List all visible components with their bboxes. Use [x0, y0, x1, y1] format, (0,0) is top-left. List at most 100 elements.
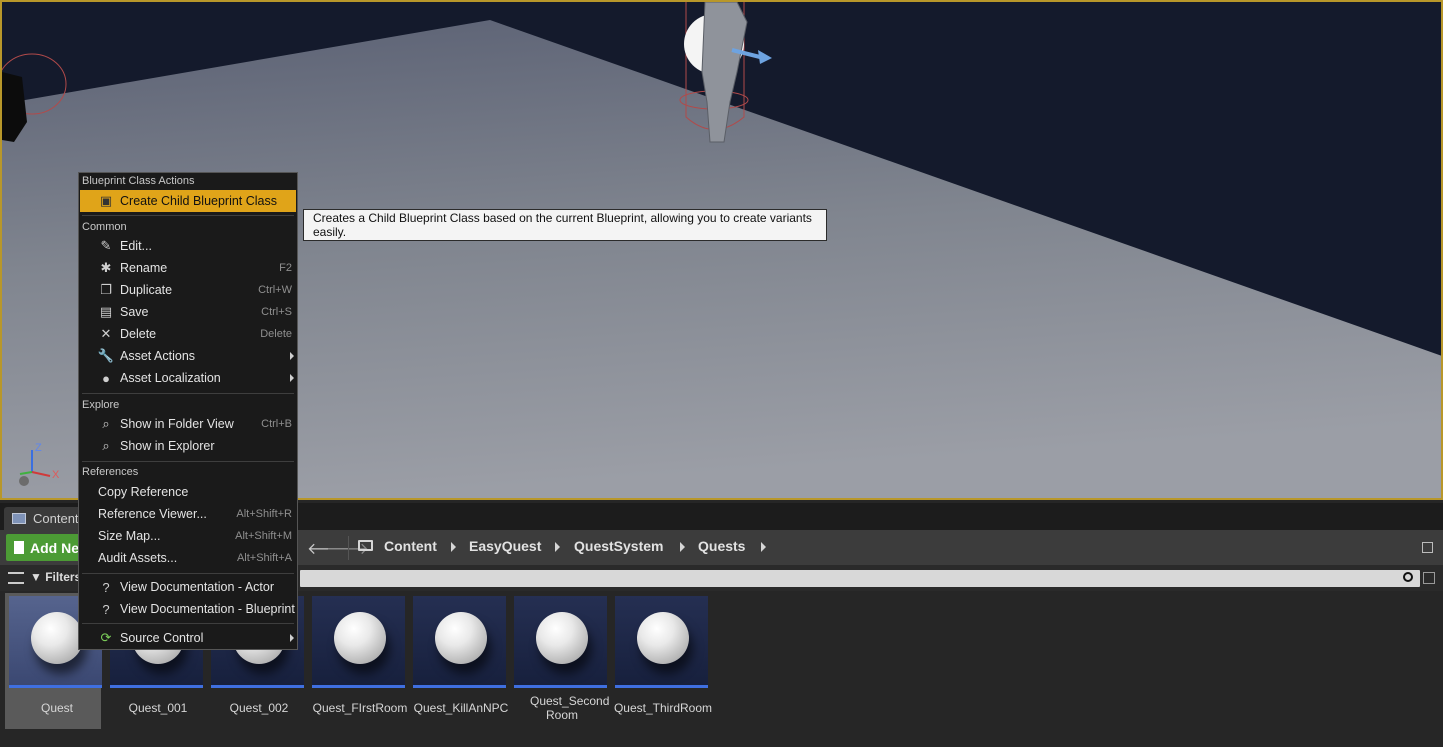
- help-icon: ?: [102, 601, 110, 617]
- asset-thumbnail: [312, 596, 405, 688]
- submenu-arrow-icon: [290, 374, 294, 382]
- menu-item-size-map[interactable]: Size Map... Alt+Shift+M: [80, 525, 296, 547]
- menu-item-asset-localization[interactable]: ● Asset Localization: [80, 367, 296, 389]
- menu-item-label: Show in Folder View: [120, 417, 234, 431]
- shortcut-label: Alt+Shift+A: [236, 552, 292, 564]
- section-header: References: [82, 466, 139, 478]
- asset-tile[interactable]: Quest_KillAnNPC: [409, 593, 508, 729]
- duplicate-icon: ❐: [100, 282, 112, 297]
- save-search-icon[interactable]: [1423, 572, 1435, 584]
- find-icon: ⌕: [102, 416, 110, 431]
- menu-item-source-control[interactable]: ⟳ Source Control: [80, 627, 296, 649]
- asset-label: Quest_ThirdRoom: [613, 701, 713, 715]
- menu-item-label: Rename: [120, 261, 168, 275]
- sphere-preview: [334, 612, 386, 664]
- axis-x-label: X: [52, 469, 60, 481]
- chevron-right-icon[interactable]: [555, 542, 560, 552]
- sphere-preview: [31, 612, 83, 664]
- menu-item-show-in-explorer[interactable]: ⌕ Show in Explorer: [80, 435, 296, 457]
- breadcrumb-questsystem[interactable]: QuestSystem: [574, 538, 663, 554]
- wrench-icon: 🔧: [97, 348, 115, 363]
- add-new-label: Add Ne: [30, 539, 79, 556]
- rename-icon: ✱: [100, 260, 112, 275]
- menu-item-view-documentation-blueprint[interactable]: ? View Documentation - Blueprint: [80, 598, 296, 620]
- menu-item-copy-reference[interactable]: Copy Reference: [80, 481, 296, 503]
- menu-item-reference-viewer[interactable]: Reference Viewer... Alt+Shift+R: [80, 503, 296, 525]
- chevron-right-icon[interactable]: [761, 542, 766, 552]
- menu-item-create-child-blueprint[interactable]: ▣ Create Child Blueprint Class: [80, 190, 296, 212]
- lock-icon[interactable]: [1422, 542, 1433, 553]
- breadcrumb-content[interactable]: Content: [384, 538, 437, 554]
- filters-label: Filters: [45, 570, 82, 584]
- breadcrumb-quests[interactable]: Quests: [698, 538, 745, 554]
- asset-context-menu: Blueprint Class Actions ▣ Create Child B…: [78, 172, 298, 650]
- menu-item-rename[interactable]: ✱ Rename F2: [80, 257, 296, 279]
- submenu-arrow-icon: [290, 352, 294, 360]
- menu-item-label: Size Map...: [98, 529, 161, 543]
- asset-tile[interactable]: Quest_FIrstRoom: [308, 593, 407, 729]
- delete-icon: ✕: [100, 326, 112, 341]
- menu-item-label: Show in Explorer: [120, 439, 215, 453]
- menu-item-label: Reference Viewer...: [98, 507, 207, 521]
- menu-item-asset-actions[interactable]: 🔧 Asset Actions: [80, 345, 296, 367]
- filters-button[interactable]: ▼ Filters: [30, 570, 81, 584]
- menu-item-label: Source Control: [120, 631, 204, 645]
- asset-tile[interactable]: Quest_Second Room: [510, 593, 610, 729]
- asset-label: Quest_FIrstRoom: [312, 701, 408, 715]
- chevron-right-icon[interactable]: [680, 542, 685, 552]
- sphere-preview: [536, 612, 588, 664]
- content-browser-icon: [12, 513, 26, 524]
- menu-item-edit[interactable]: ✎ Edit...: [80, 235, 296, 257]
- menu-item-label: Duplicate: [120, 283, 173, 297]
- divider: [82, 393, 294, 394]
- source-control-icon: ⟳: [100, 630, 112, 645]
- chevron-right-icon[interactable]: [451, 542, 456, 552]
- divider: [82, 215, 294, 216]
- shortcut-label: Delete: [260, 328, 292, 340]
- find-icon: ⌕: [102, 438, 110, 453]
- globe-icon: ●: [102, 370, 110, 386]
- asset-thumbnail: [514, 596, 607, 688]
- asset-thumbnail: [615, 596, 708, 688]
- menu-item-label: Save: [120, 305, 149, 319]
- menu-item-show-in-folder-view[interactable]: ⌕ Show in Folder View Ctrl+B: [80, 413, 296, 435]
- breadcrumb-easyquest[interactable]: EasyQuest: [469, 538, 541, 554]
- menu-item-label: Copy Reference: [98, 485, 189, 499]
- menu-item-label: View Documentation - Blueprint: [120, 602, 295, 616]
- submenu-arrow-icon: [290, 634, 294, 642]
- divider: [82, 623, 294, 624]
- sources-toggle-icon[interactable]: [8, 572, 24, 584]
- section-header: Common: [82, 221, 127, 233]
- menu-item-label: Asset Localization: [120, 371, 221, 385]
- pencil-icon: ✎: [100, 238, 112, 253]
- shortcut-label: Alt+Shift+M: [235, 530, 292, 542]
- new-document-icon: [14, 541, 24, 554]
- menu-item-save[interactable]: ▤ Save Ctrl+S: [80, 301, 296, 323]
- tooltip: Creates a Child Blueprint Class based on…: [303, 209, 827, 241]
- menu-item-label: Audit Assets...: [98, 551, 178, 565]
- asset-tile[interactable]: Quest_ThirdRoom: [611, 593, 712, 729]
- sphere-preview: [637, 612, 689, 664]
- asset-thumbnail: [413, 596, 506, 688]
- save-icon: ▤: [99, 304, 113, 319]
- menu-item-duplicate[interactable]: ❐ Duplicate Ctrl+W: [80, 279, 296, 301]
- search-icon[interactable]: [1403, 572, 1413, 582]
- blueprint-child-icon: ▣: [99, 193, 113, 208]
- menu-item-view-documentation-actor[interactable]: ? View Documentation - Actor: [80, 576, 296, 598]
- asset-label: Quest_Second Room: [530, 694, 610, 722]
- axis-z-label: Z: [35, 442, 42, 454]
- section-header: Blueprint Class Actions: [82, 175, 195, 187]
- shortcut-label: Ctrl+S: [261, 306, 292, 318]
- asset-label: Quest_002: [229, 701, 289, 715]
- shortcut-label: Ctrl+W: [258, 284, 292, 296]
- menu-item-label: Delete: [120, 327, 157, 341]
- asset-label: Quest_001: [128, 701, 188, 715]
- menu-item-audit-assets[interactable]: Audit Assets... Alt+Shift+A: [80, 547, 296, 569]
- divider: [82, 573, 294, 574]
- menu-item-delete[interactable]: ✕ Delete Delete: [80, 323, 296, 345]
- search-input[interactable]: [300, 570, 1420, 587]
- direction-arrow: [758, 50, 772, 64]
- shortcut-label: Alt+Shift+R: [236, 508, 292, 520]
- sphere-preview: [435, 612, 487, 664]
- folder-icon[interactable]: [358, 540, 373, 551]
